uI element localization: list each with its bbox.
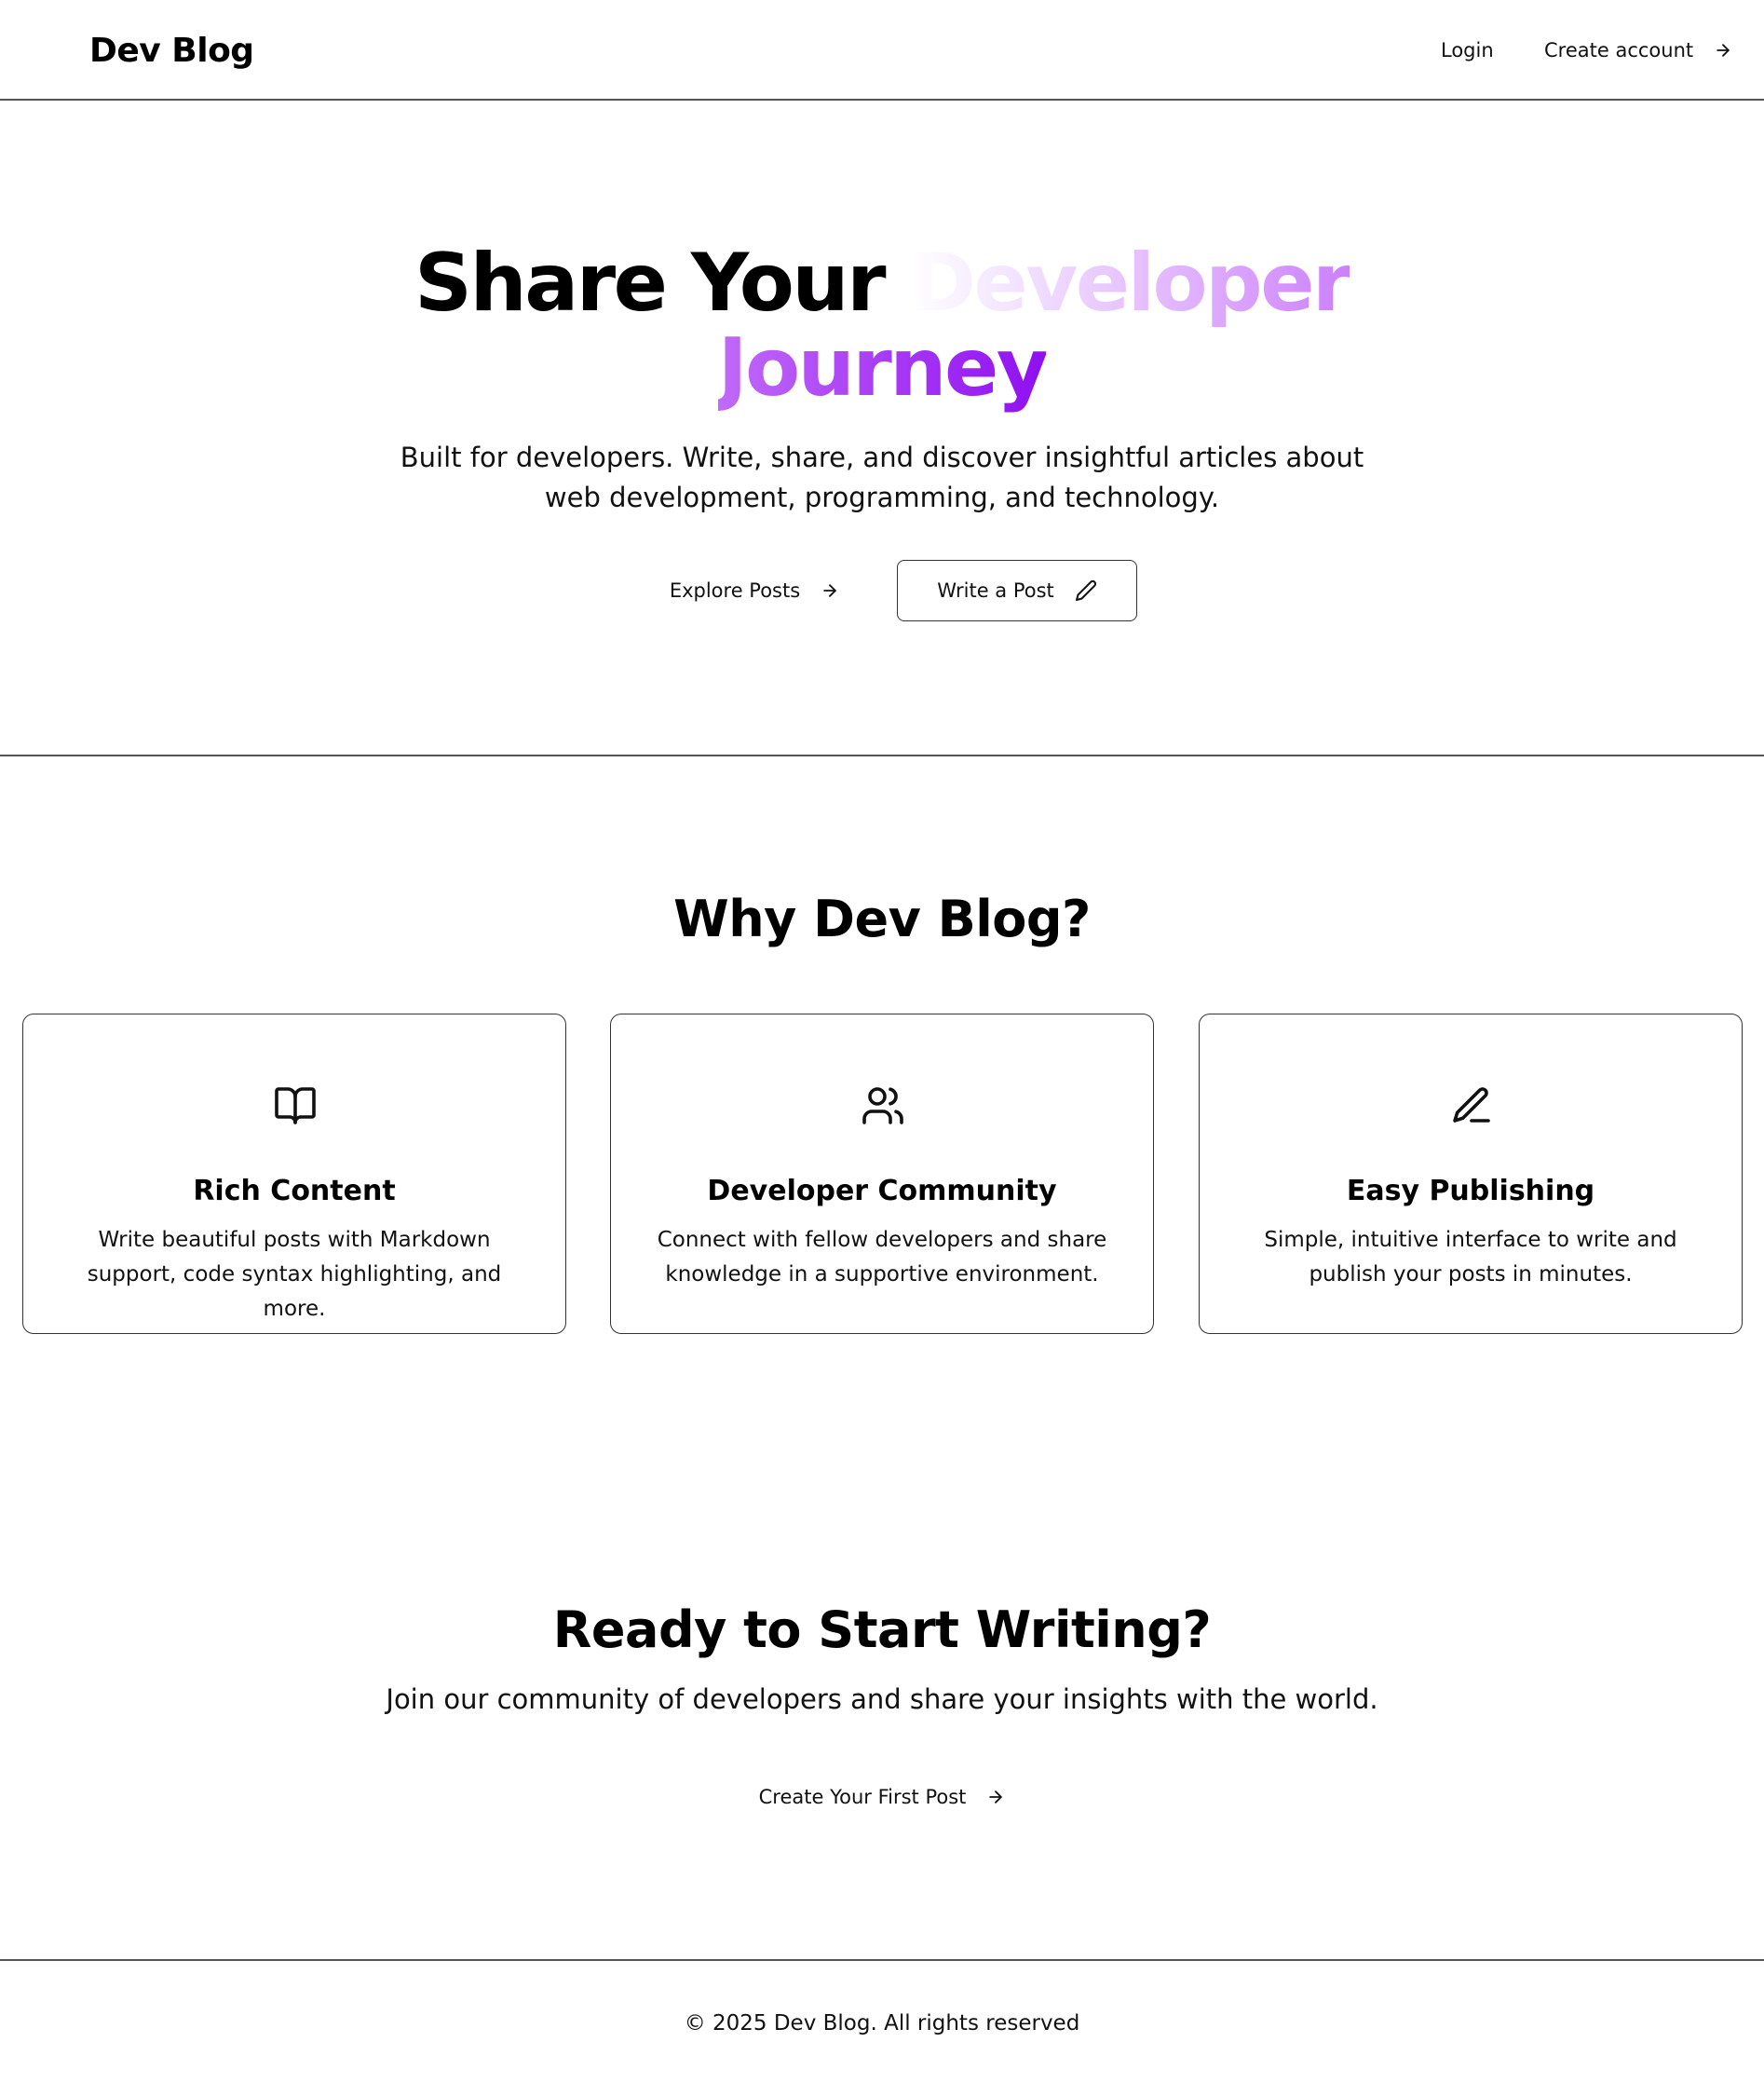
- pen-line-icon: [1449, 1083, 1494, 1128]
- hero-title-line-2: Journey: [0, 326, 1764, 410]
- login-link[interactable]: Login: [1441, 39, 1494, 61]
- feature-card-title: Rich Content: [193, 1175, 396, 1207]
- pencil-icon: [1075, 579, 1097, 602]
- hero-title-gradient-word-2: Journey: [717, 321, 1049, 415]
- hero-title-gradient-word: Developer: [909, 237, 1351, 330]
- feature-card-description: Connect with fellow developers and share…: [657, 1228, 1107, 1287]
- hero-title-plain: Share Your: [414, 237, 910, 330]
- explore-posts-button[interactable]: Explore Posts: [652, 560, 857, 621]
- feature-card-title: Easy Publishing: [1346, 1175, 1595, 1207]
- features-title: Why Dev Blog?: [673, 890, 1091, 948]
- arrow-right-icon: [1714, 41, 1732, 60]
- feature-card-description: Simple, intuitive interface to write and…: [1264, 1228, 1677, 1287]
- write-post-label: Write a Post: [937, 579, 1054, 602]
- section-divider: [0, 755, 1764, 756]
- write-post-button[interactable]: Write a Post: [897, 560, 1137, 621]
- feature-card-developer-community: Developer Community Connect with fellow …: [610, 1014, 1154, 1334]
- hero-subtitle: Built for developers. Write, share, and …: [400, 442, 1364, 513]
- arrow-right-icon: [821, 581, 839, 600]
- feature-card-rich-content: Rich Content Write beautiful posts with …: [22, 1014, 566, 1334]
- users-icon: [861, 1083, 905, 1128]
- site-header: Dev Blog Login Create account: [0, 0, 1764, 101]
- create-account-label: Create account: [1544, 39, 1694, 61]
- arrow-right-icon: [986, 1788, 1005, 1806]
- hero-title-line-1: Share Your Developer: [0, 241, 1764, 325]
- footer-divider: [0, 1959, 1764, 1961]
- cta-subtitle: Join our community of developers and sha…: [386, 1683, 1378, 1715]
- feature-card-easy-publishing: Easy Publishing Simple, intuitive interf…: [1199, 1014, 1743, 1334]
- feature-card-title: Developer Community: [707, 1175, 1057, 1207]
- create-first-post-label: Create Your First Post: [758, 1786, 967, 1808]
- feature-card-description: Write beautiful posts with Markdown supp…: [87, 1228, 502, 1321]
- site-footer: © 2025 Dev Blog. All rights reserved: [684, 2011, 1080, 2035]
- explore-posts-label: Explore Posts: [669, 579, 801, 602]
- create-first-post-button[interactable]: Create Your First Post: [745, 1766, 1019, 1828]
- cta-title: Ready to Start Writing?: [552, 1600, 1212, 1659]
- brand-logo[interactable]: Dev Blog: [89, 32, 254, 70]
- create-account-link[interactable]: Create account: [1544, 39, 1732, 61]
- book-open-icon: [273, 1083, 318, 1128]
